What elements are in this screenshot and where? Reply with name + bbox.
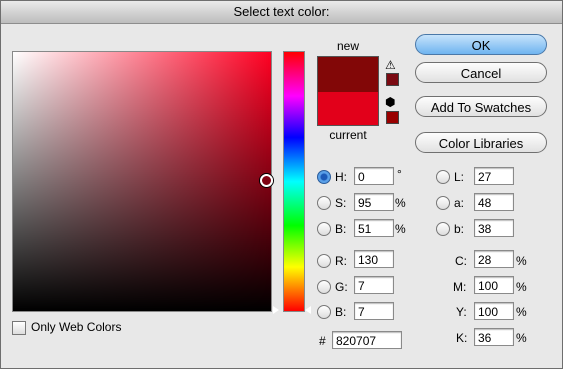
hex-input[interactable]: 820707: [332, 331, 402, 349]
magenta-label: M:: [453, 280, 467, 294]
green-radio[interactable]: [317, 280, 331, 294]
red-input[interactable]: 130: [354, 250, 394, 268]
yellow-input[interactable]: 100: [474, 302, 514, 320]
dialog-title: Select text color:: [1, 1, 562, 24]
new-color-swatch: [317, 56, 379, 93]
color-libraries-button[interactable]: Color Libraries: [415, 132, 547, 153]
lab-b-radio[interactable]: [436, 222, 450, 236]
blue-label: B:: [335, 305, 347, 319]
black-label: K:: [456, 331, 468, 345]
hue-unit: °: [397, 167, 402, 181]
hue-slider-right-arrow[interactable]: [305, 306, 311, 314]
hue-label: H:: [335, 170, 347, 184]
hue-radio[interactable]: [317, 170, 331, 184]
add-to-swatches-button[interactable]: Add To Swatches: [415, 96, 547, 117]
brightness-unit: %: [395, 222, 406, 236]
brightness-radio[interactable]: [317, 222, 331, 236]
brightness-input[interactable]: 51: [354, 219, 394, 237]
red-label: R:: [335, 254, 347, 268]
cyan-label: C:: [455, 254, 467, 268]
lab-a-radio[interactable]: [436, 196, 450, 210]
saturation-radio[interactable]: [317, 196, 331, 210]
cancel-button[interactable]: Cancel: [415, 62, 547, 83]
hue-slider[interactable]: [283, 51, 305, 312]
saturation-label: S:: [335, 196, 347, 210]
cube-icon[interactable]: ⬢: [385, 95, 395, 109]
gamut-correction-swatch[interactable]: [386, 73, 399, 86]
lightness-radio[interactable]: [436, 170, 450, 184]
blue-input[interactable]: 7: [354, 302, 394, 320]
hex-label: #: [319, 334, 326, 348]
current-color-swatch[interactable]: [317, 92, 379, 126]
ok-button[interactable]: OK: [415, 34, 547, 55]
color-field-cursor[interactable]: [260, 174, 273, 187]
only-web-colors-checkbox[interactable]: [12, 321, 26, 335]
cyan-input[interactable]: 28: [474, 250, 514, 268]
web-safe-swatch[interactable]: [386, 111, 399, 124]
black-unit: %: [516, 331, 527, 345]
lightness-input[interactable]: 27: [474, 167, 514, 185]
color-picker-dialog: Select text color: new current ⚠ ⬢ OK Ca…: [0, 0, 563, 369]
lab-a-input[interactable]: 48: [474, 193, 514, 211]
new-color-label: new: [336, 39, 359, 53]
black-input[interactable]: 36: [474, 328, 514, 346]
color-field[interactable]: [12, 51, 273, 312]
hue-slider-left-arrow[interactable]: [273, 306, 279, 314]
yellow-label: Y:: [456, 305, 467, 319]
magenta-unit: %: [516, 280, 527, 294]
brightness-label: B:: [335, 222, 347, 236]
cyan-unit: %: [516, 254, 527, 268]
lab-a-label: a:: [454, 196, 465, 210]
lightness-label: L:: [454, 170, 465, 184]
lab-b-input[interactable]: 38: [474, 219, 514, 237]
blue-radio[interactable]: [317, 305, 331, 319]
lab-b-label: b:: [454, 222, 465, 236]
red-radio[interactable]: [317, 254, 331, 268]
magenta-input[interactable]: 100: [474, 276, 514, 294]
hue-input[interactable]: 0: [354, 167, 394, 185]
green-input[interactable]: 7: [354, 276, 394, 294]
yellow-unit: %: [516, 305, 527, 319]
current-color-label: current: [329, 128, 367, 142]
saturation-input[interactable]: 95: [354, 193, 394, 211]
warning-icon[interactable]: ⚠: [385, 58, 396, 72]
saturation-unit: %: [395, 196, 406, 210]
only-web-colors-label: Only Web Colors: [31, 320, 122, 334]
green-label: G:: [335, 280, 348, 294]
